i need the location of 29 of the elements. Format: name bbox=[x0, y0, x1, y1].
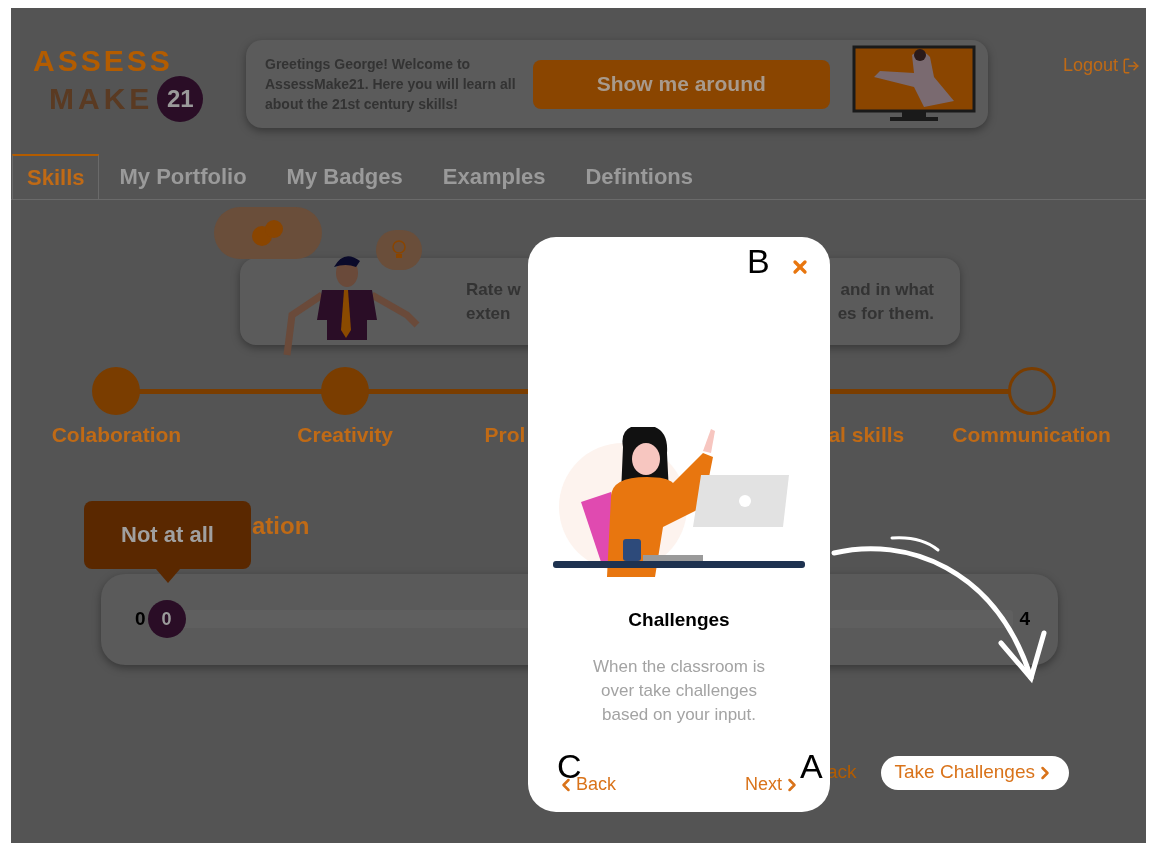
show-me-around-button[interactable]: Show me around bbox=[532, 59, 830, 109]
chat-bubble-icon bbox=[214, 207, 322, 259]
tooltip-pointer bbox=[156, 568, 180, 583]
step-label: Communication bbox=[952, 422, 1111, 448]
modal-title: Challenges bbox=[628, 608, 730, 632]
step-label: al skills bbox=[828, 422, 905, 448]
min-label: 0 bbox=[135, 606, 146, 631]
tab[interactable]: Skills bbox=[12, 154, 100, 199]
take-challenges-button[interactable]: Take Challenges bbox=[880, 755, 1069, 790]
step-label: Creativity bbox=[297, 422, 394, 448]
section-heading: ation bbox=[252, 510, 310, 541]
slider-thumb[interactable]: 0 bbox=[147, 600, 186, 638]
annotation-letter: A bbox=[800, 749, 823, 783]
slider-tooltip: Not at all bbox=[84, 500, 251, 569]
modal-description: When the classroom is over take challenges based on your input. bbox=[592, 655, 766, 726]
logo-text: ASSESS bbox=[33, 46, 174, 76]
tab[interactable]: My Badges bbox=[266, 154, 423, 199]
lightbulb-icon bbox=[376, 230, 422, 270]
tab[interactable]: Examples bbox=[422, 154, 566, 199]
tab[interactable]: Defintions bbox=[565, 154, 714, 199]
step-label: Colaboration bbox=[51, 422, 182, 448]
logout-icon bbox=[1122, 56, 1140, 75]
logo-badge: 21 bbox=[157, 76, 204, 122]
tab[interactable]: My Portfolio bbox=[99, 154, 267, 199]
annotation-letter: B bbox=[747, 244, 770, 278]
close-button[interactable] bbox=[790, 257, 810, 277]
max-label: 4 bbox=[1019, 606, 1030, 631]
logout-link[interactable]: Logout bbox=[1062, 52, 1140, 79]
step-label: Prol bbox=[484, 422, 526, 448]
